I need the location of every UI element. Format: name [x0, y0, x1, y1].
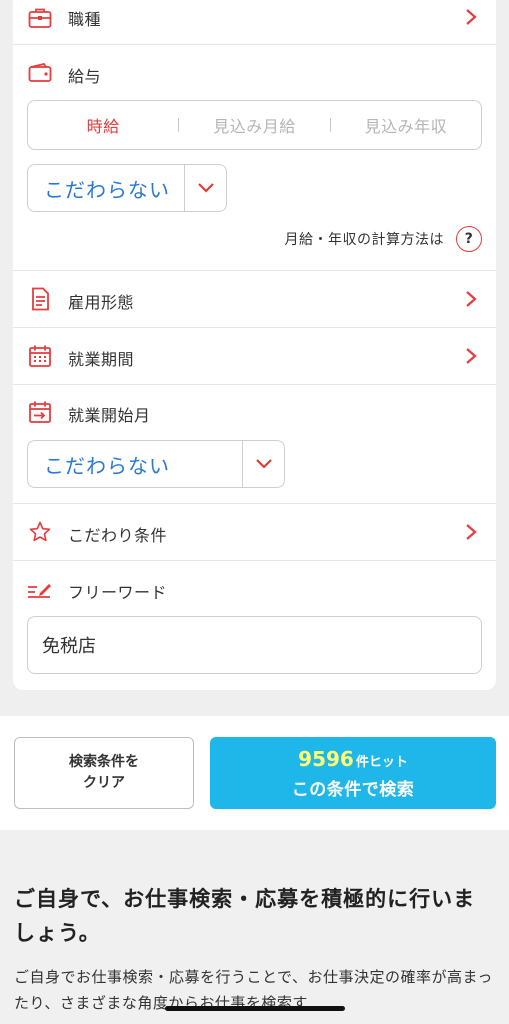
salary-select[interactable]: こだわらない: [27, 164, 227, 212]
hit-count-number: 9596: [298, 746, 354, 771]
freeword-row: フリーワード: [13, 574, 496, 604]
chevron-down-icon: [184, 165, 226, 211]
wallet-icon: [27, 60, 53, 86]
preferences-row[interactable]: こだわり条件: [13, 517, 496, 547]
divider: [13, 270, 496, 271]
job-type-label: 職種: [68, 10, 102, 29]
start-month-select[interactable]: こだわらない: [27, 440, 285, 488]
search-form-card: 職種 給与 時給 見込み月給 見込み年収 こだわらない 月給・年収の計算方法は …: [13, 0, 496, 690]
start-month-label: 就業開始月: [68, 406, 151, 425]
salary-select-value: こだわらない: [44, 177, 170, 202]
divider: [13, 44, 496, 45]
preferences-label: こだわり条件: [68, 526, 168, 545]
salary-tab-yearly[interactable]: 見込み年収: [331, 113, 481, 137]
chevron-right-icon: [466, 9, 477, 25]
salary-calc-link: 月給・年収の計算方法は: [284, 232, 444, 248]
briefcase-icon: [27, 5, 53, 31]
employment-type-row[interactable]: 雇用形態: [13, 284, 496, 314]
chevron-right-icon: [466, 291, 477, 307]
hit-count-suffix: 件ヒット: [355, 754, 408, 770]
divider: [13, 327, 496, 328]
chevron-right-icon: [466, 524, 477, 540]
star-icon: [27, 519, 53, 545]
start-month-select-value: こだわらない: [44, 453, 170, 478]
work-period-row[interactable]: 就業期間: [13, 341, 496, 371]
chevron-down-icon: [242, 441, 284, 487]
employment-type-label: 雇用形態: [68, 293, 135, 312]
freeword-input[interactable]: 免税店: [27, 616, 482, 674]
calendar-icon: [27, 343, 53, 369]
action-bar: 検索条件を クリア 9596 件ヒット この条件で検索: [0, 716, 509, 830]
clear-conditions-button[interactable]: 検索条件を クリア: [14, 737, 194, 809]
salary-label: 給与: [68, 67, 102, 86]
hit-count: 9596 件ヒット: [298, 747, 408, 771]
salary-calc-help[interactable]: 月給・年収の計算方法は ?: [284, 226, 482, 252]
salary-row: 給与: [13, 58, 496, 88]
start-month-row: 就業開始月: [13, 397, 496, 427]
divider: [13, 503, 496, 504]
calendar-start-icon: [27, 399, 53, 425]
chevron-right-icon: [466, 348, 477, 364]
search-button-label: この条件で検索: [291, 779, 415, 800]
document-icon: [27, 286, 53, 312]
info-section: ご自身で、お仕事検索・応募を積極的に行いましょう。 ご自身でお仕事検索・応募を行…: [0, 830, 509, 1024]
divider: [13, 384, 496, 385]
home-indicator[interactable]: [165, 1006, 345, 1011]
info-heading: ご自身で、お仕事検索・応募を積極的に行いましょう。: [14, 887, 476, 945]
salary-type-toggle: 時給 見込み月給 見込み年収: [27, 100, 482, 150]
clear-button-line2: クリア: [83, 775, 125, 791]
clear-button-line1: 検索条件を: [69, 754, 139, 770]
job-type-row[interactable]: 職種: [13, 0, 496, 36]
search-button[interactable]: 9596 件ヒット この条件で検索: [210, 737, 496, 809]
question-icon: ?: [456, 226, 482, 252]
salary-tab-monthly[interactable]: 見込み月給: [179, 113, 329, 137]
pencil-icon: [27, 576, 53, 602]
freeword-label: フリーワード: [68, 583, 168, 602]
salary-tab-hourly[interactable]: 時給: [28, 113, 178, 137]
work-period-label: 就業期間: [68, 350, 135, 369]
divider: [13, 560, 496, 561]
